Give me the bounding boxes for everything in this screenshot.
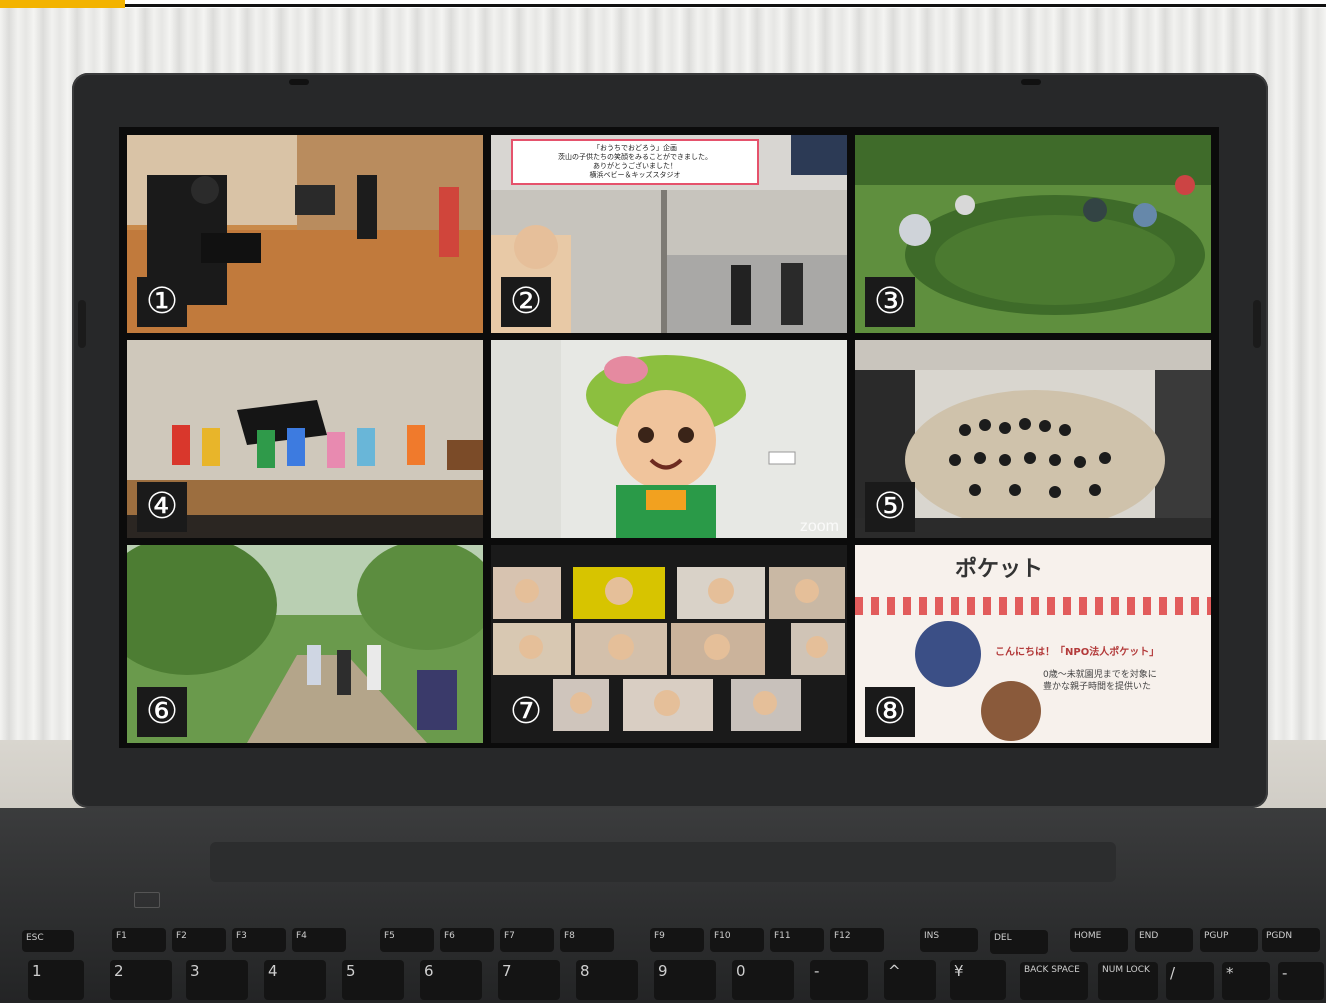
- key-f10[interactable]: F10: [710, 928, 764, 952]
- flyer-line-2: 豊かな親子時間を提供いた: [1043, 682, 1152, 692]
- key-1[interactable]: 1: [28, 960, 84, 1000]
- flyer-title: ポケット: [955, 556, 1044, 582]
- key-f2[interactable]: F2: [172, 928, 226, 952]
- key-7[interactable]: 7: [498, 960, 560, 1000]
- flyer-photo-circle-1: [915, 621, 981, 687]
- mascot-photo: [491, 340, 847, 538]
- panel-number-6: ⑥: [137, 687, 187, 737]
- panel-number-3: ③: [865, 277, 915, 327]
- panel-number-5: ⑤: [865, 482, 915, 532]
- rule-line: [125, 4, 1326, 7]
- hinge-trough: [210, 842, 1116, 882]
- panel-number-7: ⑦: [501, 687, 551, 737]
- keyboard: ESC F1 F2 F3 F4 F5 F6 F7 F8 F9 F10 F11 F…: [0, 918, 1326, 1003]
- key-6[interactable]: 6: [420, 960, 482, 1000]
- photo-panel-mascot: zoom: [491, 340, 847, 538]
- key-esc[interactable]: ESC: [22, 930, 74, 952]
- key-9[interactable]: 9: [654, 960, 716, 1000]
- key-3[interactable]: 3: [186, 960, 248, 1000]
- caption-line-2: 茨山の子供たちの笑顔をみることができました。: [558, 153, 712, 161]
- key-2[interactable]: 2: [110, 960, 172, 1000]
- key-5[interactable]: 5: [342, 960, 404, 1000]
- key-backspace[interactable]: BACK SPACE: [1020, 962, 1088, 1000]
- key-pgup[interactable]: PGUP: [1200, 928, 1258, 952]
- photo-panel-2: 「おうちでおどろう」企画 茨山の子供たちの笑顔をみることができました。 ありがと…: [491, 135, 847, 333]
- key-f7[interactable]: F7: [500, 928, 554, 952]
- key-ins[interactable]: INS: [920, 928, 978, 952]
- lid-hinge-right: [1253, 300, 1261, 348]
- caption-line-4: 横浜ベビー＆キッズスタジオ: [589, 171, 681, 179]
- webcam-notch-right: [1021, 79, 1041, 85]
- key-f9[interactable]: F9: [650, 928, 704, 952]
- key-f1[interactable]: F1: [112, 928, 166, 952]
- power-button[interactable]: [134, 892, 160, 908]
- zoom-watermark: zoom: [799, 518, 839, 535]
- key-4[interactable]: 4: [264, 960, 326, 1000]
- photo-panel-8: ポケット こんにちは！「NPO法人ポケット」 0歳～未就園児までを対象に 豊かな…: [855, 545, 1211, 743]
- photo-panel-5: ⑤: [855, 340, 1211, 538]
- key-numpad-star[interactable]: *: [1222, 962, 1270, 1000]
- key-f5[interactable]: F5: [380, 928, 434, 952]
- panel-number-1: ①: [137, 277, 187, 327]
- photo-panel-4: ④: [127, 340, 483, 538]
- key-home[interactable]: HOME: [1070, 928, 1128, 952]
- key-pgdn[interactable]: PGDN: [1262, 928, 1320, 952]
- key-numpad-slash[interactable]: /: [1166, 962, 1214, 1000]
- key-f3[interactable]: F3: [232, 928, 286, 952]
- caption-line-3: ありがとうございました！: [593, 162, 677, 170]
- key-f11[interactable]: F11: [770, 928, 824, 952]
- key-8[interactable]: 8: [576, 960, 638, 1000]
- panel-number-8: ⑧: [865, 687, 915, 737]
- key-minus[interactable]: -: [810, 960, 868, 1000]
- laptop-screen: ① 「おうちでおどろう」企画 茨山の子供たちの笑顔をみることができました。 あり…: [119, 127, 1219, 748]
- key-end[interactable]: END: [1135, 928, 1193, 952]
- key-f6[interactable]: F6: [440, 928, 494, 952]
- accent-bar: [0, 0, 125, 8]
- key-caret[interactable]: ^: [884, 960, 936, 1000]
- caption-line-1: 「おうちでおどろう」企画: [593, 144, 677, 152]
- photo-panel-1: ①: [127, 135, 483, 333]
- key-yen[interactable]: ¥: [950, 960, 1006, 1000]
- key-f8[interactable]: F8: [560, 928, 614, 952]
- photo-panel-3: ③: [855, 135, 1211, 333]
- key-f12[interactable]: F12: [830, 928, 884, 952]
- top-rule: [0, 0, 1326, 8]
- caption-box: 「おうちでおどろう」企画 茨山の子供たちの笑顔をみることができました。 ありがと…: [511, 139, 759, 185]
- key-numlock[interactable]: NUM LOCK: [1098, 962, 1158, 1000]
- lid-hinge-left: [78, 300, 86, 348]
- key-f4[interactable]: F4: [292, 928, 346, 952]
- key-0[interactable]: 0: [732, 960, 794, 1000]
- key-numpad-minus[interactable]: -: [1278, 962, 1324, 1000]
- photo-panel-7: ⑦: [491, 545, 847, 743]
- webcam-notch-left: [289, 79, 309, 85]
- key-del[interactable]: DEL: [990, 930, 1048, 954]
- flyer-headline: こんにちは！「NPO法人ポケット」: [995, 647, 1160, 658]
- flyer-photo-circle-2: [981, 681, 1041, 741]
- panel-number-4: ④: [137, 482, 187, 532]
- panel-number-2: ②: [501, 277, 551, 327]
- photo-panel-6: ⑥: [127, 545, 483, 743]
- checker-band: [855, 597, 1211, 615]
